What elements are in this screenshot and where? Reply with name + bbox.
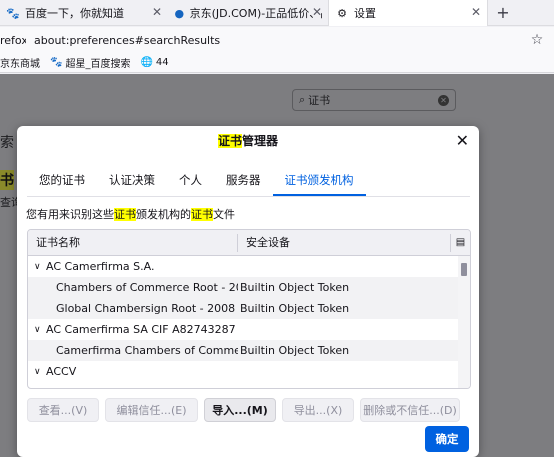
page-highlight-fragment: 书 (0, 170, 14, 190)
gear-icon: ⚙ (337, 6, 347, 20)
tree-group-row[interactable]: ∨ AC Camerfirma SA CIF A82743287 (28, 319, 470, 340)
tree-row[interactable]: Global Chambersign Root - 2008 Builtin O… (28, 298, 470, 319)
tab-jd[interactable]: ● 京东(JD.COM)-正品低价、品质保障 ✕ (168, 0, 328, 26)
bookmark-chaoxing[interactable]: 🐾 超星_百度搜索 (50, 55, 130, 70)
tab-baidu[interactable]: 🐾 百度一下，你就知道 ✕ (0, 0, 168, 26)
tab-settings[interactable]: ⚙ 设置 ✕ (328, 0, 488, 26)
chevron-down-icon[interactable]: ∨ (34, 325, 44, 335)
tab-servers[interactable]: 服务器 (214, 166, 273, 196)
column-header-device[interactable]: 安全设备 (238, 234, 450, 252)
group-name: ACCV (46, 365, 77, 378)
tab-title: 京东(JD.COM)-正品低价、品质保障 (189, 7, 322, 20)
column-header-name[interactable]: 证书名称 (28, 233, 238, 252)
title-rest: 管理器 (242, 134, 279, 148)
globe-icon: 🌐 (140, 57, 153, 68)
desc-highlight: 证书 (114, 208, 136, 221)
cert-device: Builtin Object Token (240, 281, 350, 294)
certificate-tree[interactable]: 证书名称 安全设备 ▤ ∨ AC Camerfirma S.A. Chamber… (27, 229, 471, 389)
certificate-manager-dialog: 证书管理器 ✕ 您的证书 认证决策 个人 服务器 证书颁发机构 您有用来识别这些… (17, 126, 479, 457)
import-button[interactable]: 导入...(M) (204, 398, 276, 422)
cert-name: Camerfirma Chambers of Commerce Root (56, 344, 238, 357)
dialog-title: 证书管理器 (17, 126, 479, 156)
close-tab-icon[interactable]: ✕ (471, 5, 481, 19)
bookmark-label: 超星_百度搜索 (65, 59, 131, 70)
tree-row[interactable]: Chambers of Commerce Root - 2008 Builtin… (28, 277, 470, 298)
group-name: AC Camerfirma S.A. (46, 260, 155, 273)
desc-highlight: 证书 (191, 208, 213, 221)
preferences-search[interactable]: ⌕ 证书 ✕ (292, 89, 456, 111)
tab-description: 您有用来识别这些证书颁发机构的证书文件 (26, 206, 235, 222)
close-tab-icon[interactable]: ✕ (312, 5, 322, 19)
tab-people[interactable]: 个人 (167, 166, 214, 196)
bookmark-label: 京东商城 (0, 59, 40, 70)
scrollbar[interactable] (458, 256, 470, 388)
baidu-paw-icon: 🐾 (6, 6, 20, 20)
close-tab-icon[interactable]: ✕ (152, 5, 162, 19)
desc-part: 您有用来识别这些 (26, 208, 114, 221)
tree-group-row[interactable]: ∨ ACCV (28, 361, 470, 382)
scrollbar-thumb[interactable] (461, 263, 467, 276)
bookmark-star-icon[interactable]: ☆ (526, 32, 548, 48)
export-button[interactable]: 导出...(X) (282, 398, 354, 422)
new-tab-button[interactable]: + (488, 0, 518, 25)
tree-rows: ∨ AC Camerfirma S.A. Chambers of Commerc… (28, 256, 470, 388)
tree-group-row[interactable]: ∨ AC Camerfirma S.A. (28, 256, 470, 277)
tree-header: 证书名称 安全设备 ▤ (28, 230, 470, 256)
delete-or-distrust-button[interactable]: 删除或不信任...(D) (360, 398, 460, 422)
edit-trust-button[interactable]: 编辑信任...(E) (105, 398, 198, 422)
browser-label: refox (0, 33, 26, 47)
tab-title: 设置 (354, 7, 376, 20)
tab-strip: 🐾 百度一下，你就知道 ✕ ● 京东(JD.COM)-正品低价、品质保障 ✕ ⚙… (0, 0, 554, 26)
bookmark-label: 44 (155, 57, 169, 68)
search-input[interactable]: 证书 (308, 92, 438, 108)
cert-name: Chambers of Commerce Root - 2008 (56, 281, 238, 294)
dialog-tabs: 您的证书 认证决策 个人 服务器 证书颁发机构 (27, 166, 366, 196)
cert-name: Global Chambersign Root - 2008 (56, 302, 236, 315)
title-highlight: 证书 (217, 134, 242, 148)
close-icon[interactable]: ✕ (456, 131, 469, 150)
baidu-paw-icon: 🐾 (50, 57, 63, 68)
desc-part: 文件 (213, 208, 235, 221)
chevron-down-icon[interactable]: ∨ (34, 367, 44, 377)
bookmark-jd[interactable]: 京东商城 (0, 55, 40, 70)
search-icon: ⌕ (299, 93, 306, 106)
tab-authorities[interactable]: 证书颁发机构 (272, 166, 366, 196)
tab-title: 百度一下，你就知道 (25, 7, 124, 20)
chevron-down-icon[interactable]: ∨ (34, 262, 44, 272)
tabs-divider (27, 196, 470, 197)
tab-your-certificates[interactable]: 您的证书 (27, 166, 97, 196)
column-picker-icon[interactable]: ▤ (450, 233, 470, 252)
tab-authentication-decisions[interactable]: 认证决策 (97, 166, 167, 196)
tree-row[interactable]: Camerfirma Chambers of Commerce Root Bui… (28, 340, 470, 361)
dot-icon: ● (174, 6, 185, 20)
page-heading-fragment: 索 (0, 135, 14, 151)
clear-search-icon[interactable]: ✕ (438, 94, 449, 106)
desc-part: 颁发机构的 (136, 208, 191, 221)
cert-device: Builtin Object Token (240, 302, 350, 315)
ok-button[interactable]: 确定 (425, 426, 469, 452)
view-button[interactable]: 查看...(V) (27, 398, 99, 422)
action-buttons: 查看...(V) 编辑信任...(E) 导入...(M) 导出...(X) 删除… (27, 398, 466, 422)
navigation-bar: refox about:preferences#searchResults ☆ (0, 27, 554, 53)
bookmark-44[interactable]: 🌐 44 (140, 57, 168, 68)
group-name: AC Camerfirma SA CIF A82743287 (46, 323, 236, 336)
url-field[interactable]: about:preferences#searchResults (34, 34, 526, 47)
bookmarks-toolbar: 京东商城 🐾 超星_百度搜索 🌐 44 (0, 53, 554, 73)
cert-device: Builtin Object Token (240, 344, 350, 357)
